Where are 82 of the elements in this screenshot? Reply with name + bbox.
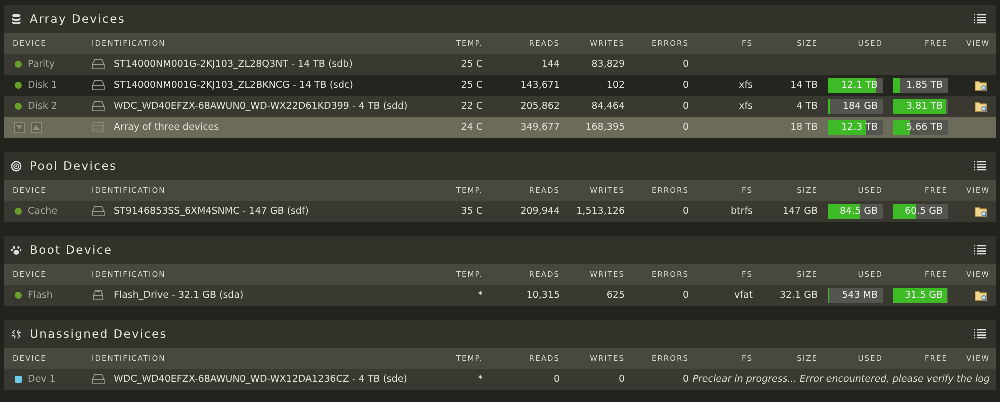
reads-count: 0 — [554, 374, 560, 385]
section-title: Array Devices — [30, 12, 126, 26]
temperature: 24 C — [461, 122, 483, 133]
temperature: 35 C — [461, 206, 483, 217]
disk-identification[interactable]: ST14000NM001G-2KJ103_ZL2BKNCG - 14 TB (sdc) — [114, 80, 354, 91]
disk-size: 14 TB — [790, 80, 818, 91]
free-bar: 1.85 TB — [893, 78, 948, 93]
errors-count: 0 — [682, 59, 689, 70]
writes-count: 0 — [618, 374, 625, 385]
disk-identification[interactable]: WDC_WD40EFZX-68AWUN0_WD-WX22D61KD399 - 4 TB (sdd) — [114, 101, 408, 112]
section-title: Pool Devices — [30, 159, 118, 173]
errors-count: 0 — [682, 80, 689, 91]
temperature: 25 C — [461, 59, 483, 70]
writes-count: 168,395 — [586, 122, 625, 133]
temperature: * — [478, 290, 483, 301]
device-name[interactable]: Dev 1 — [28, 374, 56, 385]
reads-count: 349,677 — [520, 122, 560, 133]
disk-identification[interactable]: WDC_WD40EFZX-68AWUN0_WD-WX12DA1236CZ - 4 TB (sde) — [114, 374, 408, 385]
reads-count: 10,315 — [526, 290, 560, 301]
reads-count: 144 — [542, 59, 560, 70]
filesystem: vfat — [734, 290, 753, 301]
hard-drive-icon — [92, 374, 105, 385]
paw-icon — [11, 244, 22, 256]
filesystem: xfs — [739, 101, 753, 112]
usb-drive-icon — [92, 290, 105, 301]
target-icon — [11, 160, 22, 172]
unlinked-icon — [11, 328, 22, 340]
menu-icon[interactable] — [974, 161, 986, 171]
temperature: 22 C — [461, 101, 483, 112]
hard-drive-icon — [92, 59, 105, 70]
device-name[interactable]: Cache — [28, 206, 58, 217]
errors-count: 0 — [682, 101, 689, 112]
free-bar: 3.81 TB — [893, 99, 948, 114]
section-title: Boot Device — [30, 243, 113, 257]
disk-size: 18 TB — [790, 122, 818, 133]
reads-count: 143,671 — [520, 80, 560, 91]
disk-identification[interactable]: Flash_Drive - 32.1 GB (sda) — [114, 290, 244, 301]
hard-drive-icon — [92, 101, 105, 112]
errors-count: 0 — [682, 122, 689, 133]
used-bar: 12.1 TB — [828, 78, 883, 93]
writes-count: 84,464 — [592, 101, 625, 112]
free-bar: 60.5 GB — [893, 204, 948, 219]
list-icon — [92, 122, 105, 133]
reads-count: 209,944 — [520, 206, 560, 217]
disk-identification[interactable]: ST14000NM001G-2KJ103_ZL28Q3NT - 14 TB (sdb) — [114, 59, 353, 70]
temperature: * — [478, 374, 483, 385]
disk-size: 32.1 GB — [780, 290, 818, 301]
used-bar: 84.5 GB — [828, 204, 883, 219]
disk-size: 147 GB — [782, 206, 818, 217]
menu-icon[interactable] — [974, 14, 986, 24]
device-name[interactable]: Disk 2 — [28, 101, 58, 112]
free-bar: 31.5 GB — [893, 288, 948, 303]
disk-identification[interactable]: ST9146853SS_6XM4SNMC - 147 GB (sdf) — [114, 206, 309, 217]
hard-drive-icon — [92, 206, 105, 217]
database-icon — [11, 14, 22, 24]
section-title: Unassigned Devices — [30, 327, 168, 341]
reads-count: 205,862 — [520, 101, 560, 112]
menu-icon[interactable] — [974, 245, 986, 255]
used-bar: 543 MB — [828, 288, 883, 303]
status-message: Preclear in progress... Error encountered, please verify the log — [692, 374, 990, 385]
device-name[interactable]: Flash — [28, 290, 53, 301]
folder-search-icon[interactable] — [975, 290, 988, 302]
temperature: 25 C — [461, 80, 483, 91]
filesystem: btrfs — [731, 206, 753, 217]
device-name[interactable]: Parity — [28, 59, 56, 70]
menu-icon[interactable] — [974, 329, 986, 339]
array-summary: Array of three devices — [114, 122, 220, 133]
errors-count: 0 — [682, 374, 689, 385]
folder-search-icon[interactable] — [975, 206, 988, 218]
writes-count: 83,829 — [592, 59, 625, 70]
disk-size: 4 TB — [796, 101, 818, 112]
folder-search-icon[interactable] — [975, 80, 988, 92]
filesystem: xfs — [739, 80, 753, 91]
writes-count: 625 — [606, 290, 625, 301]
writes-count: 1,513,126 — [576, 206, 625, 217]
writes-count: 102 — [606, 80, 625, 91]
device-name[interactable]: Disk 1 — [28, 80, 58, 91]
folder-search-icon[interactable] — [975, 100, 988, 112]
hard-drive-icon — [92, 80, 105, 91]
used-bar: 184 GB — [828, 99, 883, 114]
errors-count: 0 — [682, 206, 689, 217]
errors-count: 0 — [682, 290, 689, 301]
